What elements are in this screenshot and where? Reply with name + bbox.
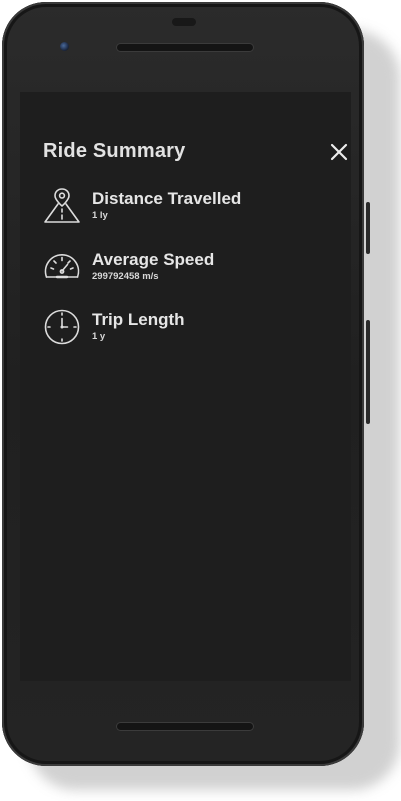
stat-label: Trip Length [92,310,185,329]
stat-trip-length: Trip Length 1 y [43,308,333,348]
stat-value: 1 ly [92,210,108,221]
volume-button [366,320,370,424]
close-icon [330,143,348,161]
top-speaker-grille [117,44,253,51]
power-button [366,202,370,254]
clock-icon [44,309,80,345]
close-button[interactable] [329,142,349,162]
stat-average-speed: Average Speed 299792458 m/s [43,248,333,288]
phone-frame: Ride Summary Distance Travelled 1 ly Ave… [2,2,370,766]
page-title: Ride Summary [43,140,186,162]
app-screen: Ride Summary Distance Travelled 1 ly Ave… [20,92,351,681]
device-mockup: Ride Summary Distance Travelled 1 ly Ave… [0,0,401,801]
stat-value: 1 y [92,331,106,342]
speedometer-icon [44,254,80,279]
sensor-notch [172,18,196,26]
road-pin-icon [44,188,80,223]
stat-label: Average Speed [92,250,215,269]
stat-value: 299792458 m/s [92,271,159,282]
stat-label: Distance Travelled [92,189,242,208]
bottom-speaker-grille [117,723,253,730]
panel-header: Ride Summary [43,138,348,168]
stat-distance: Distance Travelled 1 ly [43,187,333,227]
front-camera [60,42,69,51]
